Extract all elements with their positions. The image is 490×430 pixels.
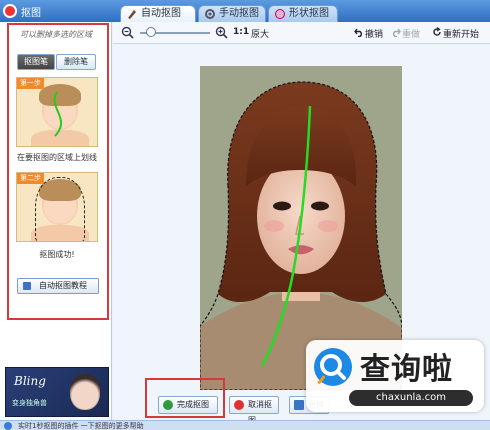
actual-size-button[interactable]: 1:1 (233, 27, 249, 37)
toolbar: 1:1 原大 撤销 重做 重新开始 (113, 22, 490, 44)
status-bar: 实时1秒抠图的插件 一下抠图的更多帮助 (0, 420, 490, 430)
tab-shape-cutout[interactable]: 形状抠图 (268, 5, 338, 22)
watermark-brand: 查询啦 (360, 352, 453, 387)
undo-icon[interactable] (354, 27, 364, 37)
ad-banner[interactable]: Bling 变身独角兽 (5, 367, 109, 417)
redo-icon[interactable] (391, 27, 401, 37)
undo-button[interactable]: 撤销 (365, 27, 383, 40)
watermark-url: chaxunla.com (349, 390, 473, 406)
tab-manual-cutout[interactable]: 手动抠图 (198, 5, 266, 22)
tab-label: 形状抠图 (289, 8, 329, 19)
watermark: 查询啦 chaxunla.com (306, 340, 484, 412)
redo-button[interactable]: 重做 (402, 27, 420, 40)
tab-auto-cutout[interactable]: 自动抠图 (120, 5, 196, 22)
highlight-frame-left (7, 23, 109, 320)
ad-title: Bling (14, 374, 46, 388)
original-size-label[interactable]: 原大 (251, 27, 269, 40)
shape-icon (275, 9, 285, 19)
cancel-cutout-button[interactable]: 取消抠图 (229, 396, 279, 425)
ad-subtitle: 变身独角兽 (12, 399, 47, 407)
cancel-icon (234, 400, 244, 410)
app-logo-icon (3, 4, 17, 18)
info-icon (4, 422, 12, 430)
zoom-slider-handle[interactable] (146, 27, 156, 37)
window-title: 抠图 (21, 8, 41, 19)
title-bar: 抠图 自动抠图 手动抠图 形状抠图 (0, 0, 490, 22)
restart-icon[interactable] (432, 27, 442, 37)
brush-icon (128, 10, 136, 19)
gear-icon (205, 9, 215, 19)
tab-label: 自动抠图 (141, 8, 181, 19)
highlight-frame-finish (145, 378, 225, 418)
status-text: 实时1秒抠图的插件 一下抠图的更多帮助 (18, 422, 144, 430)
tab-label: 手动抠图 (219, 8, 259, 19)
restart-button[interactable]: 重新开始 (443, 27, 479, 40)
brand-logo-icon (314, 348, 352, 386)
zoom-out-icon[interactable] (121, 26, 134, 39)
ad-portrait (70, 374, 100, 410)
replace-icon (294, 400, 304, 410)
zoom-in-icon[interactable] (215, 26, 228, 39)
